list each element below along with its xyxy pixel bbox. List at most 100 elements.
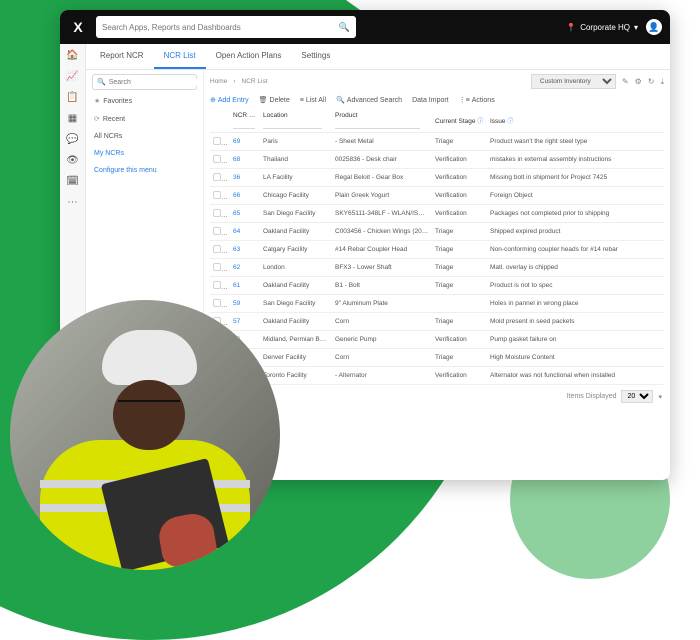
table-row[interactable]: ✎62LondonBFX3 - Lower ShaftTriageMatl. o… bbox=[210, 259, 664, 277]
tab-open-action-plans[interactable]: Open Action Plans bbox=[206, 44, 292, 69]
filter-location[interactable] bbox=[263, 119, 322, 129]
filter-configure[interactable]: Configure this menu bbox=[92, 164, 197, 177]
global-search-input[interactable] bbox=[102, 23, 335, 32]
cell-stage: Triage bbox=[432, 241, 487, 259]
download-icon[interactable]: ⤓ bbox=[660, 77, 664, 87]
filter-recent[interactable]: Recent bbox=[92, 112, 197, 126]
cell-stage: Triage bbox=[432, 259, 487, 277]
cell-stage: Triage bbox=[432, 277, 487, 295]
app-header: X 🔍 📍 Corporate HQ ▾ 👤 bbox=[60, 10, 670, 44]
breadcrumb-home[interactable]: Home bbox=[210, 78, 227, 85]
ncr-link[interactable]: 65 bbox=[233, 210, 240, 217]
cell-stage: Triage bbox=[432, 349, 487, 367]
filter-my-ncrs[interactable]: My NCRs bbox=[92, 147, 197, 160]
location-label: Corporate HQ bbox=[580, 23, 630, 32]
ncr-link[interactable]: 36 bbox=[233, 174, 240, 181]
table-row[interactable]: ✎36LA FacilityRegal Beloit - Gear BoxVer… bbox=[210, 169, 664, 187]
table-row[interactable]: ✎69Paris- Sheet MetalTriageProduct wasn'… bbox=[210, 133, 664, 151]
row-checkbox[interactable] bbox=[213, 227, 221, 235]
tab-report-ncr[interactable]: Report NCR bbox=[90, 44, 154, 69]
user-avatar[interactable]: 👤 bbox=[646, 19, 662, 35]
ncr-link[interactable]: 64 bbox=[233, 228, 240, 235]
grid-icon[interactable]: ▦ bbox=[68, 113, 77, 124]
add-entry-button[interactable]: ⊕ Add Entry bbox=[210, 96, 249, 104]
table-row[interactable]: ✎66Chicago FacilityPlain Greek YogurtVer… bbox=[210, 187, 664, 205]
pager-size[interactable]: 20 bbox=[621, 390, 653, 403]
row-checkbox[interactable] bbox=[213, 245, 221, 253]
gear-icon[interactable]: ⚙ bbox=[635, 77, 642, 87]
chevron-down-icon: ▾ bbox=[658, 393, 662, 401]
row-checkbox[interactable] bbox=[213, 281, 221, 289]
pager-label: Items Displayed bbox=[567, 393, 617, 400]
view-select[interactable]: Custom Inventory bbox=[531, 74, 616, 89]
cell-product: - Alternator bbox=[332, 367, 432, 385]
ncr-link[interactable]: 69 bbox=[233, 138, 240, 145]
ncr-link[interactable]: 68 bbox=[233, 156, 240, 163]
list-all-button[interactable]: ≡ List All bbox=[300, 97, 326, 104]
breadcrumb-sep: › bbox=[233, 78, 235, 85]
actions-button[interactable]: ⋮≡ Actions bbox=[459, 96, 495, 104]
global-search[interactable]: 🔍 bbox=[96, 16, 356, 38]
row-checkbox[interactable] bbox=[213, 263, 221, 271]
cell-product: C003456 - Chicken Wings (20 Lb Bag) bbox=[332, 223, 432, 241]
cell-stage: Verification bbox=[432, 367, 487, 385]
more-icon[interactable]: ⋯ bbox=[68, 197, 78, 208]
cell-stage: Verification bbox=[432, 169, 487, 187]
filter-search-input[interactable] bbox=[109, 79, 200, 86]
tab-ncr-list[interactable]: NCR List bbox=[154, 44, 206, 69]
col-issue[interactable]: Issue ⓘ bbox=[487, 108, 664, 133]
data-import-button[interactable]: Data Import bbox=[412, 97, 449, 104]
cell-issue: Product is not to spec bbox=[487, 277, 664, 295]
pin-icon: 📍 bbox=[566, 23, 576, 32]
table-row[interactable]: ✎65San Diego FacilitySKY65111-348LF - WL… bbox=[210, 205, 664, 223]
advanced-search-button[interactable]: 🔍 Advanced Search bbox=[336, 96, 402, 104]
eye-icon[interactable]: 👁 bbox=[66, 155, 79, 166]
table-row[interactable]: ✎63Calgary Facility#14 Rebar Coupler Hea… bbox=[210, 241, 664, 259]
table-row[interactable]: ✎64Oakland FacilityC003456 - Chicken Win… bbox=[210, 223, 664, 241]
cell-issue: Matl. overlay is chipped bbox=[487, 259, 664, 277]
search-icon: 🔍 bbox=[339, 22, 350, 33]
calendar-icon[interactable]: 🗓 bbox=[66, 176, 79, 187]
breadcrumb-current: NCR List bbox=[242, 78, 268, 85]
row-checkbox[interactable] bbox=[213, 155, 221, 163]
delete-button[interactable]: 🗑 Delete bbox=[259, 96, 290, 104]
location-picker[interactable]: 📍 Corporate HQ ▾ bbox=[566, 23, 638, 32]
col-location[interactable]: Location bbox=[260, 108, 332, 133]
row-checkbox[interactable] bbox=[213, 137, 221, 145]
table-row[interactable]: ✎68Thailand0025836 - Desk chairVerificat… bbox=[210, 151, 664, 169]
filter-ncr-no[interactable] bbox=[233, 119, 255, 129]
cell-stage: Triage bbox=[432, 133, 487, 151]
cell-stage: Triage bbox=[432, 313, 487, 331]
filter-favorites[interactable]: Favorites bbox=[92, 94, 197, 108]
col-stage[interactable]: Current Stage ⓘ bbox=[432, 108, 487, 133]
refresh-icon[interactable]: ↻ bbox=[648, 77, 655, 87]
chevron-down-icon: ▾ bbox=[634, 23, 638, 32]
filter-product[interactable] bbox=[335, 119, 420, 129]
col-ncr-no[interactable]: NCR No. bbox=[230, 108, 260, 133]
cell-location: San Diego Facility bbox=[260, 205, 332, 223]
cell-product: B1 - Bolt bbox=[332, 277, 432, 295]
row-checkbox[interactable] bbox=[213, 209, 221, 217]
cell-issue: Missing bolt in shipment for Project 742… bbox=[487, 169, 664, 187]
chart-icon[interactable]: 📈 bbox=[66, 71, 78, 82]
filter-search[interactable]: 🔍 bbox=[92, 74, 197, 90]
col-product[interactable]: Product bbox=[332, 108, 432, 133]
ncr-link[interactable]: 63 bbox=[233, 246, 240, 253]
info-icon[interactable]: ⓘ bbox=[507, 119, 513, 125]
cell-product: - Sheet Metal bbox=[332, 133, 432, 151]
filter-all-ncrs[interactable]: All NCRs bbox=[92, 130, 197, 143]
ncr-link[interactable]: 61 bbox=[233, 282, 240, 289]
clipboard-icon[interactable]: 📋 bbox=[66, 92, 78, 103]
row-checkbox[interactable] bbox=[213, 191, 221, 199]
message-icon[interactable]: 💬 bbox=[66, 134, 78, 145]
ncr-link[interactable]: 62 bbox=[233, 264, 240, 271]
ncr-link[interactable]: 66 bbox=[233, 192, 240, 199]
table-row[interactable]: ✎61Oakland FacilityB1 - BoltTriageProduc… bbox=[210, 277, 664, 295]
edit-icon[interactable]: ✎ bbox=[622, 77, 629, 87]
row-checkbox[interactable] bbox=[213, 173, 221, 181]
info-icon[interactable]: ⓘ bbox=[477, 119, 483, 125]
home-icon[interactable]: 🏠 bbox=[66, 50, 78, 61]
cell-stage: Verification bbox=[432, 331, 487, 349]
tab-settings[interactable]: Settings bbox=[291, 44, 340, 69]
breadcrumb: Home › NCR List Custom Inventory ✎ ⚙ ↻ ⤓ bbox=[210, 74, 664, 92]
